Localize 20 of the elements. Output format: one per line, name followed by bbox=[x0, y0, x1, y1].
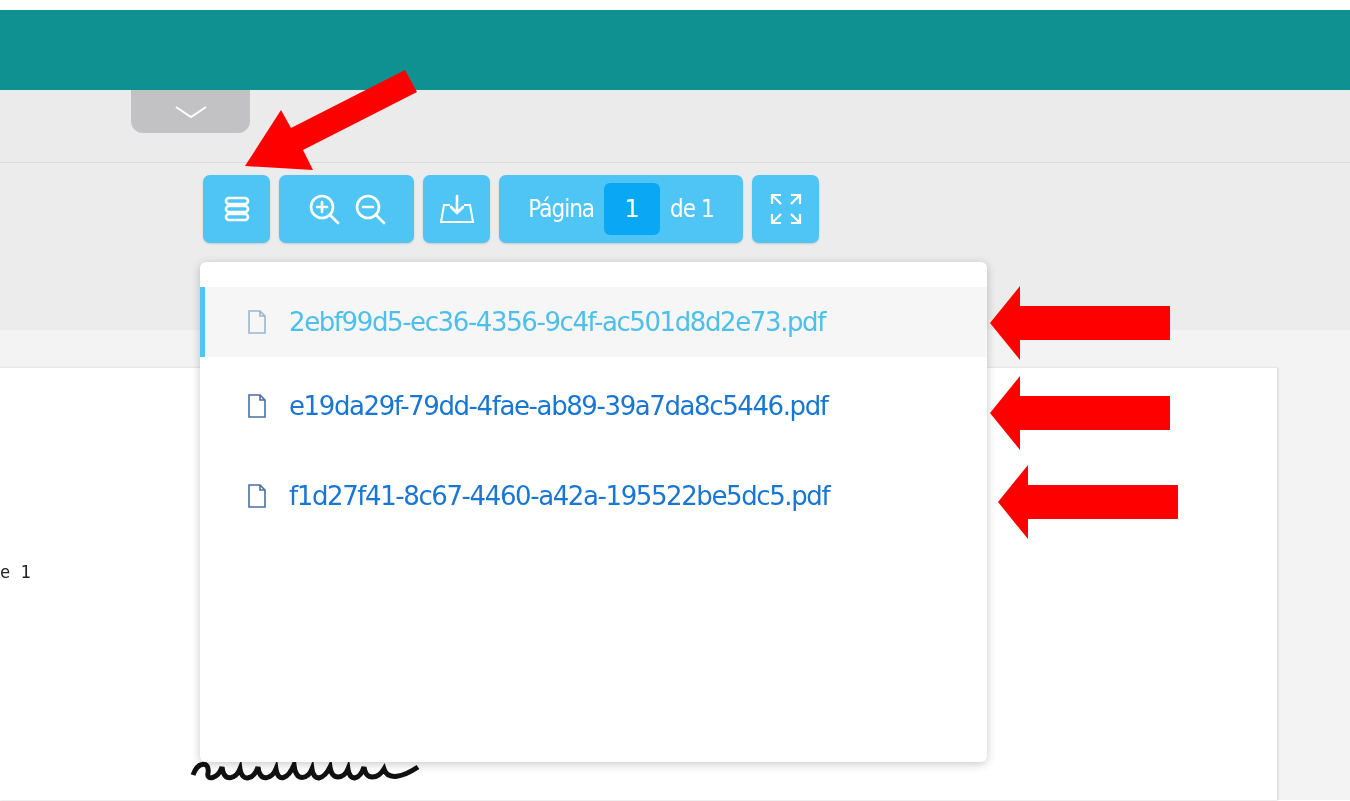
file-icon bbox=[247, 393, 267, 419]
menu-icon bbox=[222, 196, 251, 222]
file-name: e19da29f-79dd-4fae-ab89-39a7da8c5446.pdf bbox=[289, 391, 828, 421]
page-total: de 1 bbox=[670, 195, 714, 223]
chevron-down-icon bbox=[173, 104, 208, 119]
download-icon bbox=[438, 193, 475, 225]
expand-icon bbox=[768, 192, 803, 226]
file-item[interactable]: e19da29f-79dd-4fae-ab89-39a7da8c5446.pdf bbox=[200, 371, 987, 441]
download-button[interactable] bbox=[423, 175, 490, 243]
menu-button[interactable] bbox=[203, 175, 270, 243]
page-number-field[interactable]: 1 bbox=[604, 183, 661, 235]
file-name: 2ebf99d5-ec36-4356-9c4f-ac501d8d2e73.pdf bbox=[289, 307, 825, 337]
file-item[interactable]: f1d27f41-8c67-4460-a42a-195522be5dc5.pdf bbox=[200, 461, 987, 531]
page-label: Página bbox=[528, 195, 595, 223]
file-name: f1d27f41-8c67-4460-a42a-195522be5dc5.pdf bbox=[289, 481, 830, 511]
collapse-tab[interactable] bbox=[131, 90, 250, 133]
file-icon bbox=[247, 483, 267, 509]
fullscreen-button[interactable] bbox=[752, 175, 819, 243]
document-text: e 1 bbox=[0, 562, 31, 582]
file-icon bbox=[247, 309, 267, 335]
